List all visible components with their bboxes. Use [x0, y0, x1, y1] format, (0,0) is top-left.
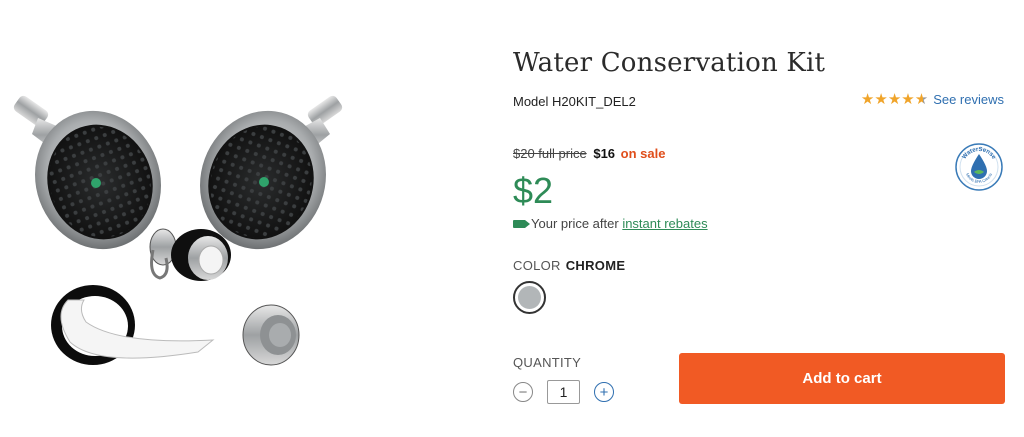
sale-price: $16 [593, 146, 616, 161]
color-swatch-chrome[interactable] [513, 281, 546, 314]
see-reviews-link[interactable]: See reviews [933, 92, 1004, 107]
star-icon: ★ [874, 91, 888, 108]
swivel-aerator [149, 228, 231, 281]
instant-rebates-link[interactable]: instant rebates [622, 216, 707, 231]
product-image[interactable] [8, 90, 358, 380]
model-number: Model H20KIT_DEL2 [513, 94, 636, 109]
quantity-stepper: − + [513, 380, 614, 404]
star-icon: ★ [901, 91, 915, 108]
thread-seal-tape [51, 285, 215, 365]
rebate-text: Your price after [531, 216, 619, 231]
full-price: $20 full price [513, 146, 587, 161]
star-rating: ★ ★ ★ ★ ★ [861, 92, 928, 107]
color-value: CHROME [565, 258, 626, 273]
quantity-label: QUANTITY [513, 355, 582, 370]
sale-label: on sale [620, 146, 666, 161]
star-icon: ★ [887, 91, 902, 108]
price-summary: $20 full price $16 on sale [513, 146, 665, 161]
plus-icon: + [599, 383, 609, 401]
star-half-icon: ★ [914, 91, 929, 108]
watersense-icon: WaterSense Meets EPA Criteria [954, 142, 1004, 192]
rating: ★ ★ ★ ★ ★ See reviews [861, 92, 1004, 107]
quantity-input[interactable] [547, 380, 580, 404]
color-label-row: COLOR CHROME [513, 258, 625, 273]
minus-icon: − [518, 383, 528, 401]
faucet-aerator [242, 304, 300, 366]
star-icon: ★ [860, 91, 875, 108]
decrease-quantity-button[interactable]: − [513, 382, 533, 402]
color-swatch-fill [518, 286, 541, 309]
color-label: COLOR [513, 258, 561, 273]
product-image-svg [13, 95, 343, 366]
final-price: $2 [513, 170, 554, 211]
rebate-note: Your price after instant rebates [513, 216, 708, 231]
add-to-cart-button[interactable]: Add to cart [679, 353, 1005, 404]
increase-quantity-button[interactable]: + [594, 382, 614, 402]
price-tag-icon [513, 219, 530, 228]
product-title: Water Conservation Kit [513, 48, 826, 78]
product-info: Water Conservation Kit Model H20KIT_DEL2… [513, 0, 1008, 437]
